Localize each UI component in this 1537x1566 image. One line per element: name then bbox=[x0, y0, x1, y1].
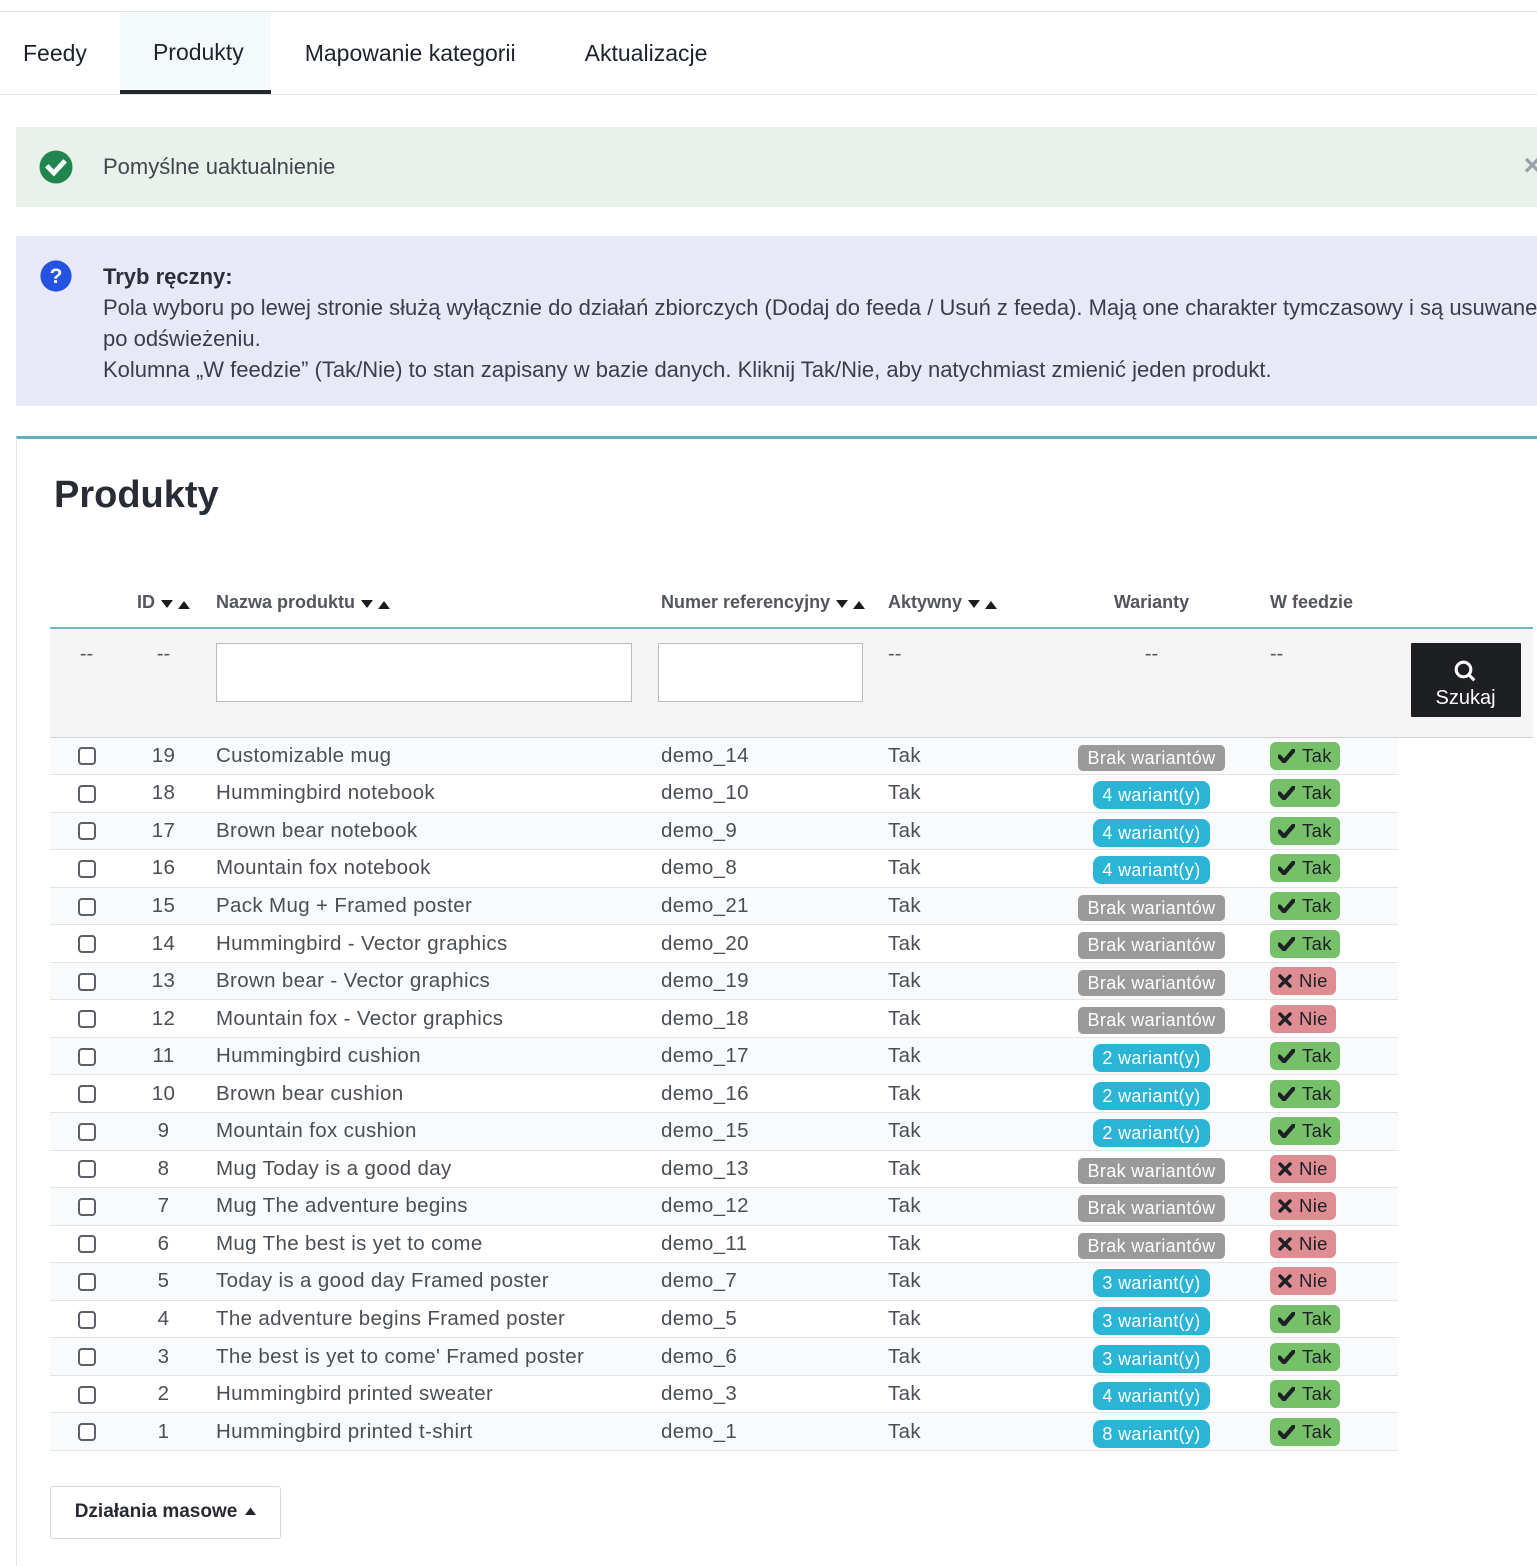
svg-text:?: ? bbox=[50, 265, 63, 288]
